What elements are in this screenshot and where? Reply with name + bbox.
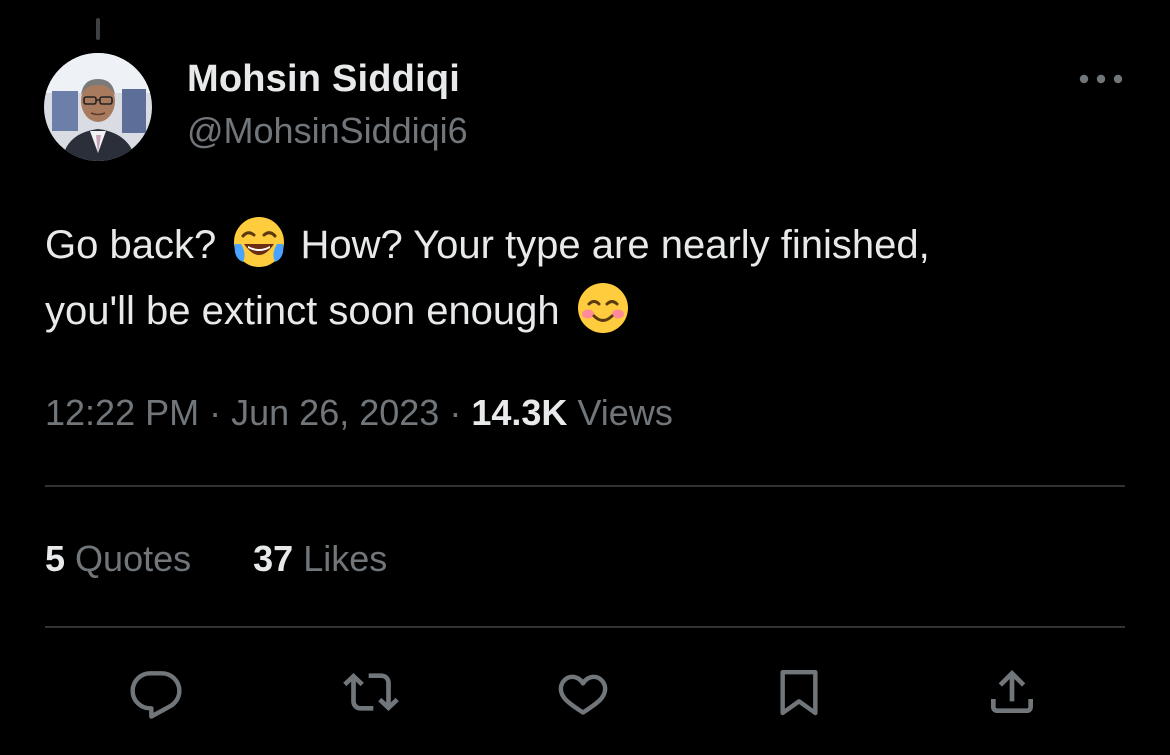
- like-icon: [558, 674, 608, 715]
- tweet-meta: 12:22 PM · Jun 26, 2023 · 14.3K Views: [45, 388, 673, 438]
- avatar-image: [44, 53, 152, 161]
- author-block[interactable]: Mohsin Siddiqi @MohsinSiddiqi6: [187, 55, 468, 155]
- avatar[interactable]: [44, 53, 152, 161]
- tweet-line-2: you'll be extinct soon enough: [45, 278, 1125, 344]
- divider-top: [45, 485, 1125, 487]
- more-options-button[interactable]: [1078, 62, 1124, 96]
- quotes-count: 5: [45, 538, 66, 579]
- thread-connector-line: [96, 18, 100, 40]
- face-with-tears-of-joy-icon: [231, 214, 287, 270]
- action-bar: [0, 652, 1170, 728]
- author-handle[interactable]: @MohsinSiddiqi6: [187, 107, 468, 155]
- reply-icon: [130, 671, 182, 719]
- tweet-date[interactable]: Jun 26, 2023: [231, 392, 439, 433]
- views-count: 14.3K: [471, 392, 568, 433]
- engagement-stats: 5 Quotes 37 Likes: [45, 534, 439, 584]
- divider-bottom: [45, 626, 1125, 628]
- tweet-text: Go back? How? Your type are nearly finis…: [45, 212, 1125, 344]
- meta-separator: ·: [209, 392, 222, 433]
- tweet-time[interactable]: 12:22 PM: [45, 392, 199, 433]
- likes-stat[interactable]: 37 Likes: [253, 534, 387, 584]
- like-button[interactable]: [551, 660, 615, 724]
- retweet-icon: [343, 673, 399, 711]
- bookmark-icon: [780, 669, 818, 716]
- tweet-text-part: How? Your type are nearly finished,: [300, 223, 930, 267]
- likes-label: Likes: [303, 538, 388, 579]
- share-button[interactable]: [980, 660, 1044, 724]
- share-icon: [991, 670, 1033, 713]
- bookmark-button[interactable]: [767, 660, 831, 724]
- tweet-text-part: Go back?: [45, 223, 217, 267]
- tweet-text-part: you'll be extinct soon enough: [45, 289, 560, 333]
- smiling-face-with-blush-icon: [575, 280, 631, 336]
- tweet-line-1: Go back? How? Your type are nearly finis…: [45, 212, 1125, 278]
- meta-separator: ·: [449, 392, 462, 433]
- retweet-button[interactable]: [339, 660, 403, 724]
- views-label: Views: [577, 392, 673, 433]
- reply-button[interactable]: [124, 660, 188, 724]
- likes-count: 37: [253, 538, 294, 579]
- author-display-name[interactable]: Mohsin Siddiqi: [187, 55, 468, 103]
- more-dots-icon: [1079, 74, 1123, 84]
- quotes-stat[interactable]: 5 Quotes: [45, 534, 191, 584]
- quotes-label: Quotes: [75, 538, 192, 579]
